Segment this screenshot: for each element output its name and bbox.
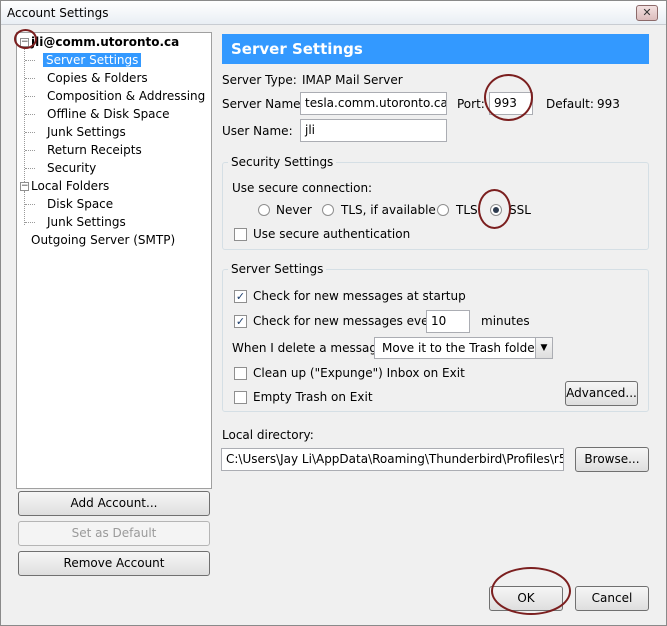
advanced-button[interactable]: Advanced...: [565, 381, 638, 406]
account-settings-dialog: Account Settings ✕ − jli@comm.utoronto.c…: [0, 0, 667, 626]
server-type-value: IMAP Mail Server: [302, 73, 403, 87]
default-port-label: Default:: [546, 97, 594, 111]
server-name-label: Server Name:: [222, 97, 305, 111]
port-label: Port:: [457, 97, 485, 111]
port-field[interactable]: 993: [489, 92, 533, 115]
empty-trash-checkbox[interactable]: [234, 391, 247, 404]
radio-tls-if-available-label[interactable]: TLS, if available: [341, 203, 436, 217]
security-settings-title: Security Settings: [228, 155, 337, 169]
tree-item-label: Server Settings: [43, 53, 142, 67]
tree-item-copies-folders[interactable]: Copies & Folders: [47, 70, 148, 87]
title-bar: Account Settings ✕: [1, 1, 666, 25]
check-interval-field[interactable]: 10: [426, 310, 470, 333]
cancel-button[interactable]: Cancel: [575, 586, 649, 611]
user-name-label: User Name:: [222, 124, 293, 138]
radio-ssl[interactable]: [490, 204, 502, 216]
check-startup-label[interactable]: Check for new messages at startup: [253, 289, 466, 303]
server-type-label: Server Type:: [222, 73, 297, 87]
tree-guide-line: [24, 191, 25, 225]
tree-item-security[interactable]: Security: [47, 160, 96, 177]
delete-message-label: When I delete a message:: [232, 341, 389, 355]
cleanup-inbox-checkbox[interactable]: [234, 367, 247, 380]
radio-never[interactable]: [258, 204, 270, 216]
check-startup-checkbox[interactable]: ✓: [234, 290, 247, 303]
tree-item-local-junk[interactable]: Junk Settings: [47, 214, 126, 231]
add-account-button[interactable]: Add Account...: [18, 491, 210, 516]
use-secure-connection-label: Use secure connection:: [232, 181, 373, 195]
browse-button[interactable]: Browse...: [575, 447, 649, 472]
close-button[interactable]: ✕: [636, 5, 658, 21]
cleanup-inbox-label[interactable]: Clean up ("Expunge") Inbox on Exit: [253, 366, 465, 380]
tree-item-composition[interactable]: Composition & Addressing: [47, 88, 205, 105]
radio-never-label[interactable]: Never: [276, 203, 312, 217]
radio-tls[interactable]: [437, 204, 449, 216]
local-directory-label: Local directory:: [222, 428, 314, 442]
local-directory-field[interactable]: C:\Users\Jay Li\AppData\Roaming\Thunderb…: [221, 448, 564, 471]
radio-tls-if-available[interactable]: [322, 204, 334, 216]
check-every-label[interactable]: Check for new messages every: [253, 314, 441, 328]
collapse-icon[interactable]: −: [20, 38, 29, 47]
server-settings-title: Server Settings: [228, 262, 327, 276]
tree-item-return-receipts[interactable]: Return Receipts: [47, 142, 142, 159]
page-title: Server Settings: [222, 34, 649, 64]
user-name-field[interactable]: jli: [300, 119, 447, 142]
empty-trash-label[interactable]: Empty Trash on Exit: [253, 390, 373, 404]
tree-item-junk-settings[interactable]: Junk Settings: [47, 124, 126, 141]
radio-tls-label[interactable]: TLS: [456, 203, 478, 217]
secure-auth-checkbox[interactable]: [234, 228, 247, 241]
chevron-down-icon[interactable]: ▼: [535, 338, 552, 358]
minutes-label: minutes: [481, 314, 530, 328]
tree-item-account[interactable]: jli@comm.utoronto.ca: [31, 34, 179, 51]
set-as-default-button[interactable]: Set as Default: [18, 521, 210, 546]
check-every-checkbox[interactable]: ✓: [234, 315, 247, 328]
secure-auth-label[interactable]: Use secure authentication: [253, 227, 410, 241]
collapse-icon[interactable]: −: [20, 182, 29, 191]
tree-item-offline-disk[interactable]: Offline & Disk Space: [47, 106, 170, 123]
server-name-field[interactable]: tesla.comm.utoronto.ca: [300, 92, 447, 115]
remove-account-button[interactable]: Remove Account: [18, 551, 210, 576]
tree-item-outgoing-server[interactable]: Outgoing Server (SMTP): [31, 232, 175, 249]
tree-item-server-settings[interactable]: Server Settings: [43, 52, 142, 69]
ok-button[interactable]: OK: [489, 586, 563, 611]
radio-ssl-label[interactable]: SSL: [509, 203, 531, 217]
tree-item-local-folders[interactable]: Local Folders: [31, 178, 109, 195]
tree-item-disk-space[interactable]: Disk Space: [47, 196, 113, 213]
default-port-value: 993: [597, 97, 620, 111]
window-title: Account Settings: [7, 6, 109, 20]
delete-action-select[interactable]: Move it to the Trash folder ▼: [374, 337, 553, 359]
delete-action-value: Move it to the Trash folder: [382, 341, 540, 355]
account-tree[interactable]: − jli@comm.utoronto.ca Server Settings C…: [16, 32, 212, 489]
